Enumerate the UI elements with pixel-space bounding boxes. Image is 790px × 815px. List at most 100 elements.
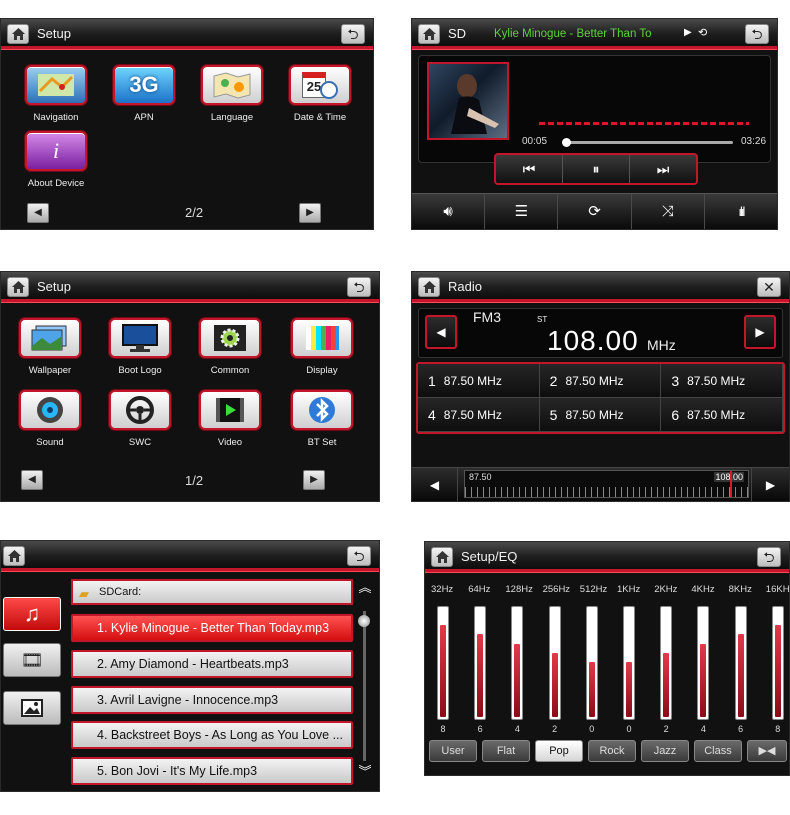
tile-wallpaper[interactable]: Wallpaper <box>9 318 91 376</box>
eq-slider[interactable] <box>734 606 747 720</box>
list-item[interactable]: 1. Kylie Minogue - Better Than Today.mp3 <box>71 614 353 642</box>
scroll-track[interactable] <box>363 611 366 761</box>
eq-slider[interactable] <box>771 606 784 720</box>
scroll-up-button[interactable]: ︽ <box>357 581 373 594</box>
close-button[interactable]: ✕ <box>757 277 781 297</box>
eq-preset-jazz[interactable]: Jazz <box>641 740 689 762</box>
preset-number: 2 <box>549 372 558 389</box>
step-down-button[interactable]: ◀ <box>412 468 458 501</box>
eq-value-label: 6 <box>738 724 744 734</box>
page-prev-button[interactable]: ◀ <box>27 203 49 223</box>
tab-video[interactable]: 🎞︎ <box>3 643 61 677</box>
step-up-button[interactable]: ▶ <box>751 468 789 501</box>
back-button[interactable]: ⮌ <box>341 24 365 44</box>
track-title: 3. Avril Lavigne - Innocence.mp3 <box>97 693 279 707</box>
tile-bt-set[interactable]: BT Set <box>281 390 363 448</box>
eq-slider-level <box>514 644 521 717</box>
back-button[interactable]: ⮌ <box>347 277 371 297</box>
eq-slider[interactable] <box>585 606 598 720</box>
eq-slider[interactable] <box>437 606 449 720</box>
seek-up-button[interactable]: ▶ <box>744 315 776 349</box>
preset-button[interactable]: 3 87.50 MHz <box>661 364 783 398</box>
eq-slider[interactable] <box>697 606 710 720</box>
scroll-thumb[interactable] <box>358 615 370 627</box>
playlist-button[interactable]: ☰ <box>485 194 559 229</box>
tile-label: Language <box>210 112 254 123</box>
pause-button[interactable]: ⏸ <box>563 155 630 183</box>
back-arrow-icon: ⮌ <box>751 26 763 42</box>
tuning-needle[interactable] <box>730 471 732 497</box>
tile-swc[interactable]: SWC <box>99 390 181 448</box>
preset-button[interactable]: 1 87.50 MHz <box>418 364 540 398</box>
list-item[interactable]: 3. Avril Lavigne - Innocence.mp3 <box>71 686 353 714</box>
tile-sound[interactable]: Sound <box>9 390 91 448</box>
list-item[interactable]: 2. Amy Diamond - Heartbeats.mp3 <box>71 650 353 678</box>
home-button[interactable] <box>7 277 29 297</box>
repeat-button[interactable]: ⟳ <box>558 194 632 229</box>
triangle-left-icon: ◀ <box>34 207 42 218</box>
eq-frequency-label: 8KHz <box>728 584 752 595</box>
home-button[interactable] <box>3 546 25 566</box>
elapsed-time: 00:05 <box>522 136 548 147</box>
preset-button[interactable]: 4 87.50 MHz <box>418 398 540 432</box>
tile-label: Wallpaper <box>28 365 72 376</box>
visualizer-bar <box>539 122 749 125</box>
page-next-button[interactable]: ▶ <box>303 470 325 490</box>
volume-button[interactable]: 🔊︎ <box>412 194 486 229</box>
progress-knob[interactable] <box>562 138 572 147</box>
preset-button[interactable]: 5 87.50 MHz <box>539 398 662 432</box>
page-prev-button[interactable]: ◀ <box>21 470 43 490</box>
home-button[interactable] <box>418 277 440 297</box>
eq-slider-level <box>440 625 446 717</box>
equalizer-button[interactable]: ılıl <box>705 194 777 229</box>
next-icon: ⏭ <box>656 161 670 177</box>
tile-video[interactable]: Video <box>189 390 271 448</box>
back-button[interactable]: ⮌ <box>757 547 781 567</box>
tile-navigation[interactable]: Navigation <box>15 65 97 123</box>
eq-preset-user[interactable]: User <box>429 740 477 762</box>
list-item[interactable]: 4. Backstreet Boys - As Long as You Love… <box>71 721 353 749</box>
playlist-icon: ☰ <box>514 203 529 220</box>
eq-slider[interactable] <box>548 606 561 720</box>
eq-preset-pop[interactable]: Pop <box>535 740 583 762</box>
double-chevron-down-icon: ︾ <box>358 764 372 779</box>
eq-preset-rock[interactable]: Rock <box>588 740 636 762</box>
tile-common[interactable]: Common <box>189 318 271 376</box>
preset-button[interactable]: 2 87.50 MHz <box>539 364 662 398</box>
shuffle-button[interactable]: ⤨ <box>632 194 705 229</box>
seek-down-button[interactable]: ◀ <box>425 315 457 349</box>
home-button[interactable] <box>431 547 453 567</box>
tab-music[interactable]: ♫ <box>3 597 61 631</box>
eq-slider[interactable] <box>660 606 673 720</box>
tile-language[interactable]: Language <box>191 65 273 123</box>
eq-slider[interactable] <box>511 606 524 720</box>
page-next-button[interactable]: ▶ <box>299 203 321 223</box>
next-button[interactable]: ⏭ <box>630 155 696 183</box>
title-bar: SD Kylie Minogue - Better Than To ▶ ⟲ ⮌ <box>412 19 777 49</box>
eq-balance-button[interactable]: ▶◀ <box>747 740 787 762</box>
home-button[interactable] <box>418 24 440 44</box>
back-button[interactable]: ⮌ <box>745 24 769 44</box>
music-list-panel: ⮌ ♫ 🎞︎ ▰ SDCard: 1. Kylie Minogue - Bett… <box>0 540 380 792</box>
tile-boot-logo[interactable]: Boot Logo <box>99 318 181 376</box>
eq-slider[interactable] <box>474 606 487 720</box>
back-button[interactable]: ⮌ <box>347 546 371 566</box>
triangle-right-icon: ▶ <box>306 207 314 218</box>
tile-apn[interactable]: 3G APN <box>103 65 185 123</box>
list-item[interactable]: 5. Bon Jovi - It's My Life.mp3 <box>71 757 353 785</box>
triangle-left-icon: ◀ <box>28 474 36 485</box>
tile-date-time[interactable]: 25 Date & Time <box>279 65 361 123</box>
tile-about-device[interactable]: i About Device <box>15 131 97 189</box>
eq-preset-class[interactable]: Class <box>694 740 742 762</box>
progress-track[interactable] <box>563 141 733 144</box>
frequency-scale[interactable]: 87.50 108.00 <box>464 470 749 498</box>
tab-photo[interactable] <box>3 691 61 725</box>
home-button[interactable] <box>7 24 29 44</box>
home-icon <box>12 28 25 40</box>
eq-slider[interactable] <box>623 606 635 720</box>
eq-preset-flat[interactable]: Flat <box>482 740 530 762</box>
tile-display[interactable]: Display <box>281 318 363 376</box>
preset-button[interactable]: 6 87.50 MHz <box>661 398 783 432</box>
scroll-down-button[interactable]: ︾ <box>357 764 373 779</box>
prev-button[interactable]: ⏮ <box>496 155 563 183</box>
